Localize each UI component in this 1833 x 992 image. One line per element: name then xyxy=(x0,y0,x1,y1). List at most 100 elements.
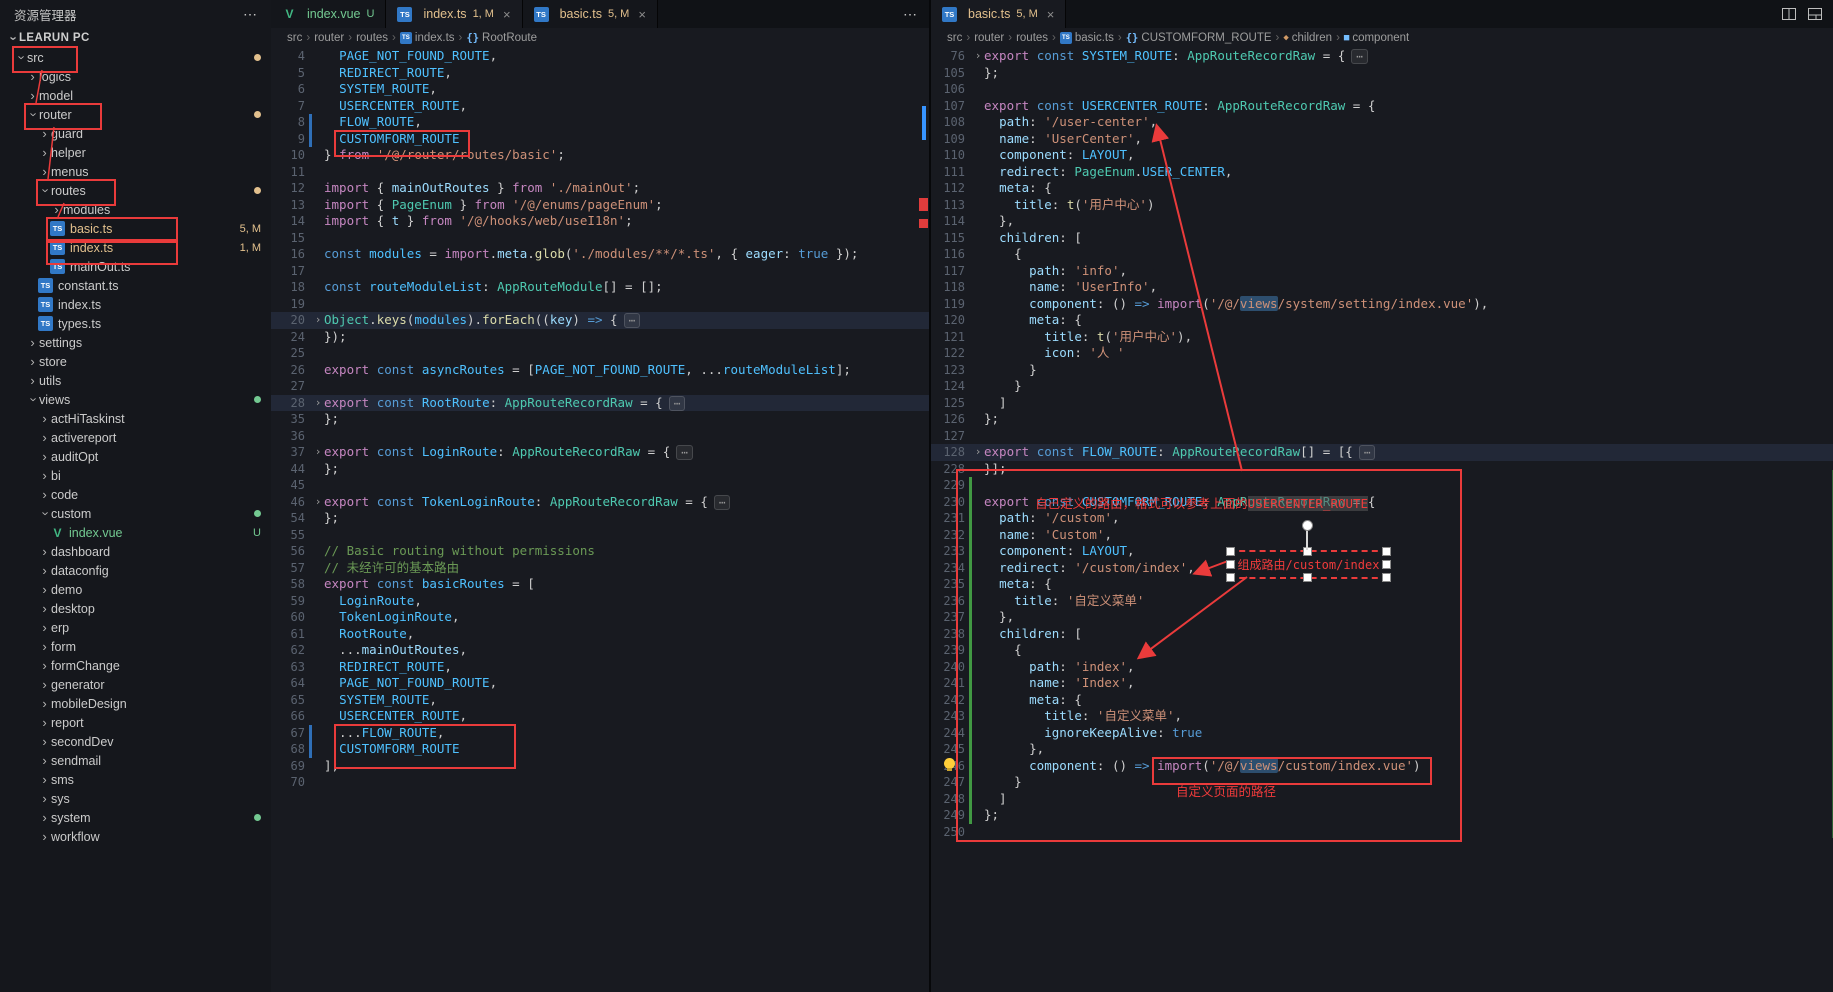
breadcrumb-item-src[interactable]: src xyxy=(287,32,302,44)
code-line-249[interactable]: 249}; xyxy=(931,807,1833,824)
tree-item-views[interactable]: ›views xyxy=(0,390,271,409)
code-line-64[interactable]: 64 PAGE_NOT_FOUND_ROUTE, xyxy=(271,675,929,692)
line-number[interactable]: 235 xyxy=(931,576,965,593)
line-number[interactable]: 20 xyxy=(271,312,305,329)
line-number[interactable]: 46 xyxy=(271,494,305,511)
code-line-243[interactable]: 243 title: '自定义菜单', xyxy=(931,708,1833,725)
line-number[interactable]: 70 xyxy=(271,774,305,791)
line-number[interactable]: 67 xyxy=(271,725,305,742)
code-line-11[interactable]: 11 xyxy=(271,164,929,181)
line-number[interactable]: 14 xyxy=(271,213,305,230)
breadcrumb-item-customform-route[interactable]: {}CUSTOMFORM_ROUTE xyxy=(1126,32,1272,44)
code-line-244[interactable]: 244 ignoreKeepAlive: true xyxy=(931,725,1833,742)
line-number[interactable]: 36 xyxy=(271,428,305,445)
tab-basic-ts[interactable]: TSbasic.ts5, M× xyxy=(523,0,658,28)
line-number[interactable]: 27 xyxy=(271,378,305,395)
code-line-26[interactable]: 26export const asyncRoutes = [PAGE_NOT_F… xyxy=(271,362,929,379)
line-number[interactable]: 116 xyxy=(931,246,965,263)
line-number[interactable]: 76 xyxy=(931,48,965,65)
code-line-69[interactable]: 69]; xyxy=(271,758,929,775)
line-number[interactable]: 239 xyxy=(931,642,965,659)
line-number[interactable]: 111 xyxy=(931,164,965,181)
breadcrumb-item-router[interactable]: router xyxy=(974,32,1004,44)
fold-chevron-icon[interactable]: › xyxy=(972,48,984,65)
line-number[interactable]: 128 xyxy=(931,444,965,461)
code-line-36[interactable]: 36 xyxy=(271,428,929,445)
code-line-232[interactable]: 232 name: 'Custom', xyxy=(931,527,1833,544)
code-editor-middle[interactable]: 4 PAGE_NOT_FOUND_ROUTE,5 REDIRECT_ROUTE,… xyxy=(271,48,929,992)
line-number[interactable]: 9 xyxy=(271,131,305,148)
line-number[interactable]: 59 xyxy=(271,593,305,610)
code-line-18[interactable]: 18const routeModuleList: AppRouteModule[… xyxy=(271,279,929,296)
line-number[interactable]: 112 xyxy=(931,180,965,197)
line-number[interactable]: 108 xyxy=(931,114,965,131)
tree-item-model[interactable]: ›model xyxy=(0,86,271,105)
line-number[interactable]: 244 xyxy=(931,725,965,742)
tree-item-basic.ts[interactable]: TSbasic.ts5, M xyxy=(0,219,271,238)
code-line-231[interactable]: 231 path: '/custom', xyxy=(931,510,1833,527)
tree-item-sendmail[interactable]: ›sendmail xyxy=(0,751,271,770)
tree-item-erp[interactable]: ›erp xyxy=(0,618,271,637)
breadcrumb-item-children[interactable]: ◆children xyxy=(1283,32,1332,44)
tree-item-constant.ts[interactable]: TSconstant.ts xyxy=(0,276,271,295)
tree-item-helper[interactable]: ›helper xyxy=(0,143,271,162)
line-number[interactable]: 19 xyxy=(271,296,305,313)
line-number[interactable]: 105 xyxy=(931,65,965,82)
tree-item-auditopt[interactable]: ›auditOpt xyxy=(0,447,271,466)
close-icon[interactable]: × xyxy=(1047,7,1055,22)
code-line-118[interactable]: 118 name: 'UserInfo', xyxy=(931,279,1833,296)
line-number[interactable]: 15 xyxy=(271,230,305,247)
line-number[interactable]: 12 xyxy=(271,180,305,197)
code-line-16[interactable]: 16const modules = import.meta.glob('./mo… xyxy=(271,246,929,263)
code-line-9[interactable]: 9 CUSTOMFORM_ROUTE xyxy=(271,131,929,148)
line-number[interactable]: 234 xyxy=(931,560,965,577)
line-number[interactable]: 55 xyxy=(271,527,305,544)
line-number[interactable]: 16 xyxy=(271,246,305,263)
code-line-238[interactable]: 238 children: [ xyxy=(931,626,1833,643)
line-number[interactable]: 119 xyxy=(931,296,965,313)
tree-item-index.ts[interactable]: TSindex.ts1, M xyxy=(0,238,271,257)
code-line-113[interactable]: 113 title: t('用户中心') xyxy=(931,197,1833,214)
tree-item-mainout.ts[interactable]: TSmainOut.ts xyxy=(0,257,271,276)
customize-layout-icon[interactable] xyxy=(1807,6,1823,22)
code-line-246[interactable]: 246 component: () => import('/@/views/cu… xyxy=(931,758,1833,775)
breadcrumb-item-rootroute[interactable]: {}RootRoute xyxy=(466,32,537,44)
code-line-14[interactable]: 14import { t } from '/@/hooks/web/useI18… xyxy=(271,213,929,230)
code-line-236[interactable]: 236 title: '自定义菜单' xyxy=(931,593,1833,610)
tree-item-store[interactable]: ›store xyxy=(0,352,271,371)
close-icon[interactable]: × xyxy=(638,7,646,22)
code-line-235[interactable]: 235 meta: { xyxy=(931,576,1833,593)
code-line-110[interactable]: 110 component: LAYOUT, xyxy=(931,147,1833,164)
code-line-112[interactable]: 112 meta: { xyxy=(931,180,1833,197)
code-line-45[interactable]: 45 xyxy=(271,477,929,494)
line-number[interactable]: 44 xyxy=(271,461,305,478)
line-number[interactable]: 26 xyxy=(271,362,305,379)
code-line-57[interactable]: 57// 未经许可的基本路由 xyxy=(271,560,929,577)
code-line-13[interactable]: 13import { PageEnum } from '/@/enums/pag… xyxy=(271,197,929,214)
project-header[interactable]: › LEARUN PC xyxy=(0,28,271,48)
code-line-109[interactable]: 109 name: 'UserCenter', xyxy=(931,131,1833,148)
code-line-119[interactable]: 119 component: () => import('/@/views/sy… xyxy=(931,296,1833,313)
breadcrumb-item-index.ts[interactable]: TSindex.ts xyxy=(400,32,455,44)
tree-item-sys[interactable]: ›sys xyxy=(0,789,271,808)
line-number[interactable]: 69 xyxy=(271,758,305,775)
line-number[interactable]: 248 xyxy=(931,791,965,808)
line-number[interactable]: 64 xyxy=(271,675,305,692)
code-line-242[interactable]: 242 meta: { xyxy=(931,692,1833,709)
code-line-44[interactable]: 44}; xyxy=(271,461,929,478)
line-number[interactable]: 24 xyxy=(271,329,305,346)
tree-item-index.ts[interactable]: TSindex.ts xyxy=(0,295,271,314)
code-line-6[interactable]: 6 SYSTEM_ROUTE, xyxy=(271,81,929,98)
code-line-247[interactable]: 247 } xyxy=(931,774,1833,791)
line-number[interactable]: 230 xyxy=(931,494,965,511)
code-line-20[interactable]: 20›Object.keys(modules).forEach((key) =>… xyxy=(271,312,929,329)
line-number[interactable]: 25 xyxy=(271,345,305,362)
line-number[interactable]: 250 xyxy=(931,824,965,841)
line-number[interactable]: 232 xyxy=(931,527,965,544)
close-icon[interactable]: × xyxy=(503,7,511,22)
code-line-114[interactable]: 114 }, xyxy=(931,213,1833,230)
line-number[interactable]: 122 xyxy=(931,345,965,362)
line-number[interactable]: 123 xyxy=(931,362,965,379)
code-line-68[interactable]: 68 CUSTOMFORM_ROUTE xyxy=(271,741,929,758)
line-number[interactable]: 57 xyxy=(271,560,305,577)
